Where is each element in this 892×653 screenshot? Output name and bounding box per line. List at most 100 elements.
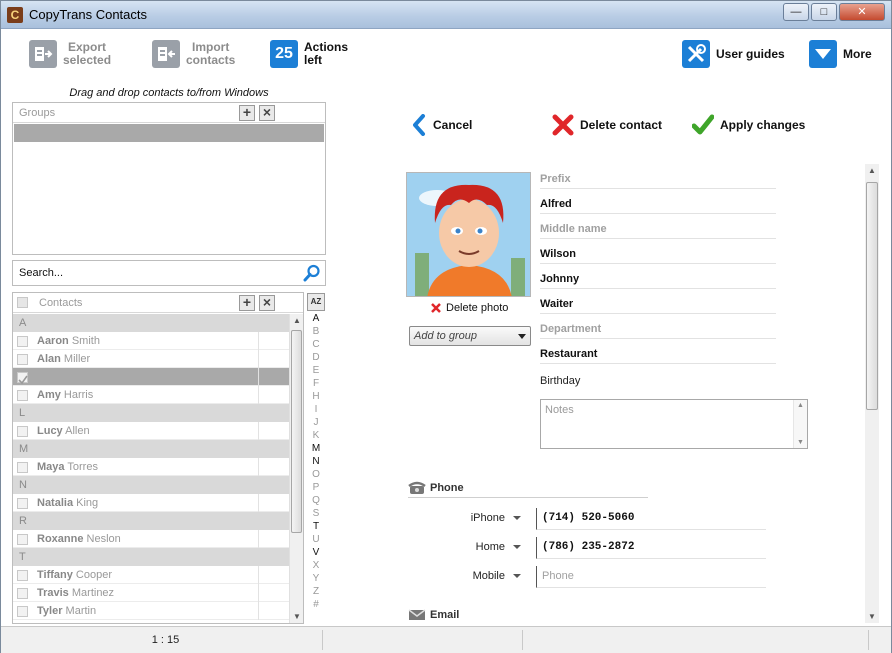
remove-group-icon[interactable]: ×: [259, 105, 275, 121]
add-to-group-dropdown[interactable]: Add to group: [409, 326, 531, 346]
row-divider: [258, 494, 259, 512]
contact-row[interactable]: Maya Torres: [13, 458, 289, 476]
contact-first-name: Lucy: [37, 425, 63, 437]
contacts-scroll-thumb[interactable]: [291, 330, 302, 533]
row-divider: [258, 584, 259, 602]
contacts-scrollbar[interactable]: ▲ ▼: [289, 314, 303, 623]
maximize-button[interactable]: □: [811, 3, 837, 21]
cancel-button[interactable]: Cancel: [411, 114, 472, 136]
scroll-up-icon[interactable]: ▲: [293, 316, 301, 325]
alphabet-letter[interactable]: Z: [307, 586, 325, 597]
add-contact-icon[interactable]: +: [239, 295, 255, 311]
alphabet-letter[interactable]: C: [307, 339, 325, 350]
contact-field[interactable]: Middle name: [540, 219, 776, 239]
export-selected-button[interactable]: Export selected: [29, 40, 111, 68]
contact-checkbox[interactable]: [17, 354, 28, 365]
alphabet-letter[interactable]: B: [307, 326, 325, 337]
contacts-header: Contacts + ×: [13, 293, 303, 313]
contact-row[interactable]: Tyler Martin: [13, 602, 289, 620]
alphabet-letter[interactable]: S: [307, 508, 325, 519]
alphabet-letter[interactable]: H: [307, 391, 325, 402]
group-row-selected[interactable]: [14, 124, 324, 142]
alphabet-letter[interactable]: #: [307, 599, 325, 610]
phone-type-dropdown[interactable]: iPhone: [451, 512, 521, 524]
contact-field[interactable]: Department: [540, 319, 776, 339]
delete-contact-icon[interactable]: ×: [259, 295, 275, 311]
phone-type-label: Home: [475, 541, 505, 553]
phone-number-field[interactable]: (786) 235-2872: [536, 537, 766, 559]
row-divider: [258, 422, 259, 440]
alphabet-letter[interactable]: X: [307, 560, 325, 571]
delete-contact-button[interactable]: Delete contact: [552, 114, 662, 136]
minimize-button[interactable]: —: [783, 3, 809, 21]
notes-scrollbar[interactable]: ▲ ▼: [793, 400, 807, 448]
email-section-label: Email: [430, 609, 460, 621]
contact-checkbox[interactable]: [17, 390, 28, 401]
alphabet-letter[interactable]: U: [307, 534, 325, 545]
phone-number-field[interactable]: Phone: [536, 566, 766, 588]
alphabet-letter[interactable]: Q: [307, 495, 325, 506]
phone-type-dropdown[interactable]: Home: [451, 541, 521, 553]
search-icon[interactable]: [303, 264, 321, 282]
alphabet-letter[interactable]: N: [307, 456, 325, 467]
contact-row[interactable]: Amy Harris: [13, 386, 289, 404]
contact-row[interactable]: Tiffany Cooper: [13, 566, 289, 584]
import-contacts-button[interactable]: Import contacts: [152, 40, 235, 68]
more-button[interactable]: More: [809, 40, 872, 68]
contact-row[interactable]: Aaron Smith: [13, 332, 289, 350]
alphabet-letter[interactable]: Y: [307, 573, 325, 584]
contact-row[interactable]: Travis Martinez: [13, 584, 289, 602]
alphabet-letter[interactable]: O: [307, 469, 325, 480]
details-scroll-down-icon[interactable]: ▼: [868, 612, 876, 621]
details-scroll-up-icon[interactable]: ▲: [868, 166, 876, 175]
contact-checkbox[interactable]: [17, 534, 28, 545]
contact-checkbox[interactable]: [17, 588, 28, 599]
contact-checkbox[interactable]: [17, 606, 28, 617]
contact-field[interactable]: Prefix: [540, 169, 776, 189]
alphabet-letter[interactable]: A: [307, 313, 325, 324]
sort-az-button[interactable]: AZ: [307, 293, 325, 311]
close-button[interactable]: ✕: [839, 3, 885, 21]
contact-checkbox[interactable]: [17, 426, 28, 437]
details-scrollbar[interactable]: ▲ ▼: [865, 164, 879, 623]
contact-field[interactable]: Restaurant: [540, 344, 776, 364]
contact-checkbox[interactable]: [17, 498, 28, 509]
contact-checkbox[interactable]: [17, 462, 28, 473]
contact-checkbox[interactable]: [17, 336, 28, 347]
alphabet-letter[interactable]: T: [307, 521, 325, 532]
contact-row[interactable]: Roxanne Neslon: [13, 530, 289, 548]
contact-row[interactable]: [13, 368, 289, 386]
contact-checkbox[interactable]: [17, 570, 28, 581]
apply-changes-button[interactable]: Apply changes: [692, 114, 805, 136]
alphabet-letter[interactable]: M: [307, 443, 325, 454]
notes-textarea[interactable]: [543, 402, 791, 446]
scroll-down-icon[interactable]: ▼: [293, 612, 301, 621]
alphabet-letter[interactable]: D: [307, 352, 325, 363]
contact-field[interactable]: Waiter: [540, 294, 776, 314]
contact-row[interactable]: Natalia King: [13, 494, 289, 512]
export-icon: [29, 40, 57, 68]
contact-field[interactable]: Johnny: [540, 269, 776, 289]
alphabet-letter[interactable]: J: [307, 417, 325, 428]
user-guides-button[interactable]: User guides: [682, 40, 785, 68]
delete-photo-button[interactable]: Delete photo: [431, 302, 508, 314]
alphabet-letter[interactable]: E: [307, 365, 325, 376]
contact-checkbox[interactable]: [17, 372, 28, 385]
alphabet-letter[interactable]: F: [307, 378, 325, 389]
details-scroll-thumb[interactable]: [866, 182, 878, 410]
phone-number-field[interactable]: (714) 520-5060: [536, 508, 766, 530]
contact-row[interactable]: Lucy Allen: [13, 422, 289, 440]
contact-field[interactable]: Alfred: [540, 194, 776, 214]
search-input[interactable]: [17, 265, 297, 281]
select-all-checkbox[interactable]: [17, 297, 28, 308]
alphabet-letter[interactable]: K: [307, 430, 325, 441]
add-group-icon[interactable]: +: [239, 105, 255, 121]
alphabet-letter[interactable]: V: [307, 547, 325, 558]
contact-photo[interactable]: [406, 172, 531, 297]
alphabet-letter[interactable]: I: [307, 404, 325, 415]
contact-field[interactable]: Wilson: [540, 244, 776, 264]
alphabet-letter[interactable]: P: [307, 482, 325, 493]
phone-type-dropdown[interactable]: Mobile: [451, 570, 521, 582]
contact-row[interactable]: Alan Miller: [13, 350, 289, 368]
birthday-field[interactable]: Birthday: [540, 375, 580, 387]
